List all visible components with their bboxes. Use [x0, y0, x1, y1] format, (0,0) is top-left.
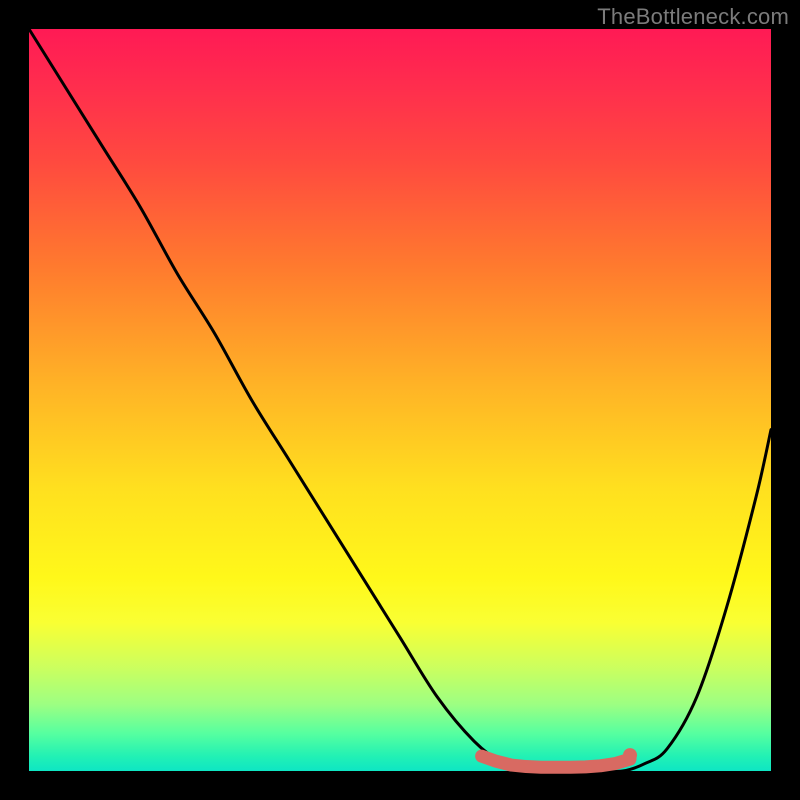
plot-area [29, 29, 771, 771]
flat-region-markers [482, 748, 637, 767]
main-curve [29, 29, 771, 772]
chart-frame: TheBottleneck.com [0, 0, 800, 800]
curve-layer [29, 29, 771, 771]
watermark-text: TheBottleneck.com [597, 4, 789, 30]
